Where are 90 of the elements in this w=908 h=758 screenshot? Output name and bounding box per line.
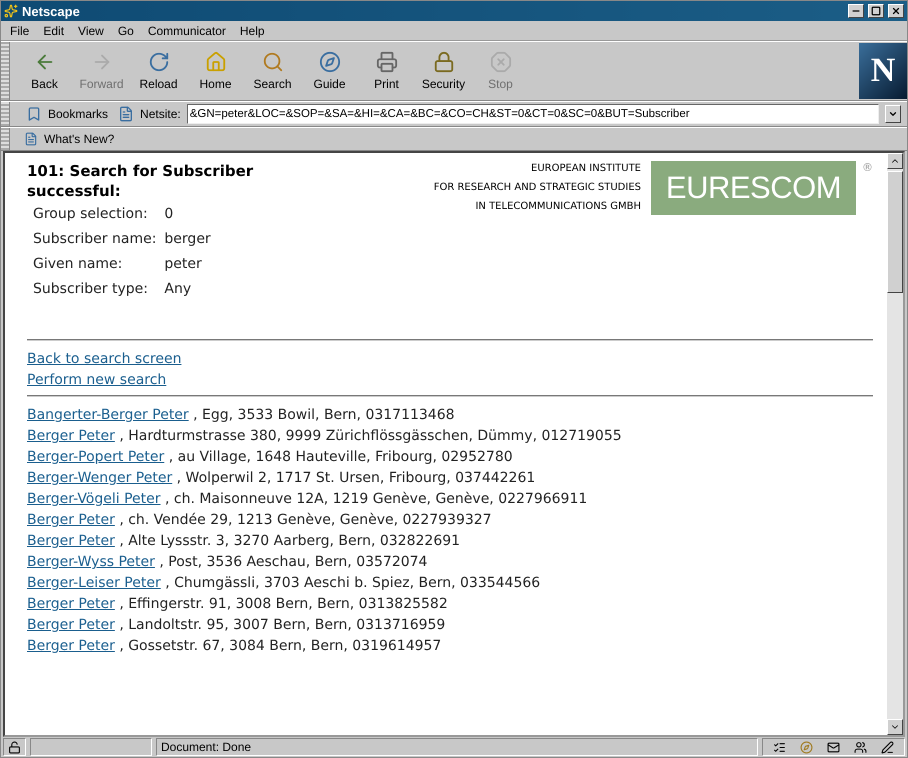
search-icon [262,51,284,73]
menu-item[interactable]: Go [112,24,139,38]
app-icon [4,4,18,18]
result-details: , Egg, 3533 Bowil, Bern, 0317113468 [193,407,455,423]
result-link[interactable]: Berger Peter [27,533,115,549]
scroll-up-button[interactable] [887,153,903,169]
institute-text: IN TELECOMMUNICATIONS GMBH [475,201,641,212]
toolbar-button[interactable]: Print [358,42,415,100]
result-link[interactable]: Bangerter-Berger Peter [27,407,189,423]
printer-icon [376,51,398,73]
toolbar-grip[interactable] [1,42,10,100]
location-label: Netsite: [140,107,181,121]
criteria-value: berger [164,230,211,249]
compass-icon [318,51,340,73]
result-details: , ch. Maisonneuve 12A, 1219 Genève, Genève, 0227966911 [164,491,588,507]
menu-item[interactable]: Communicator [142,24,231,38]
result-link[interactable]: Berger Peter [27,638,115,654]
close-button[interactable] [888,4,904,18]
result-details: , Gossetstr. 67, 3084 Bern, Bern, 0319614957 [119,638,442,654]
criteria-label: Given name: [33,255,124,274]
result-link[interactable]: Berger-Popert Peter [27,449,164,465]
close-icon [891,6,901,16]
list-icon[interactable] [773,740,786,754]
menu-item[interactable]: Edit [38,24,70,38]
institute-text: FOR RESEARCH AND STRATEGIC STUDIES [434,182,641,193]
result-link[interactable]: Berger-Wenger Peter [27,470,172,486]
institute-text: EUROPEAN INSTITUTE [531,163,641,174]
logo: EURESCOM [651,161,856,215]
toolbar-button[interactable]: Back [16,42,73,100]
result-details: , Chumgässli, 3703 Aeschi b. Spiez, Bern, 033544566 [165,575,540,591]
menu-item[interactable]: View [73,24,109,38]
toolbar-grip[interactable] [1,102,10,126]
toolbar-button[interactable]: Guide [301,42,358,100]
page-proxy-icon[interactable] [118,106,134,122]
maximize-icon [871,6,881,16]
nav-link[interactable]: Perform new search [27,372,166,388]
stop-icon [490,51,512,73]
result-details: , au Village, 1648 Hauteville, Fribourg, 02952780 [168,449,513,465]
scrollbar[interactable] [887,153,903,735]
result-details: , Effingerstr. 91, 3008 Bern, Bern, 0313825582 [119,596,448,612]
result-link[interactable]: Berger Peter [27,428,115,444]
bookmark-icon [26,106,42,122]
window-title: Netscape [22,4,81,18]
result-details: , ch. Vendée 29, 1213 Genève, Genève, 0227939327 [119,512,492,528]
menu-item[interactable]: Help [234,24,270,38]
criteria-label: Subscriber type: [33,280,149,299]
result-link[interactable]: Berger Peter [27,512,115,528]
dropdown-button[interactable] [885,105,901,123]
unlocked-icon[interactable] [8,740,21,754]
toolbar-button[interactable]: Home [187,42,244,100]
maximize-button[interactable] [868,4,884,18]
menu-item[interactable]: File [5,24,34,38]
padlock-icon [432,51,454,73]
result-details: , Landoltstr. 95, 3007 Bern, Bern, 0313716959 [119,617,446,633]
home-icon [204,51,226,73]
result-link[interactable]: Berger-Leiser Peter [27,575,161,591]
result-details: , Alte Lyssstr. 3, 3270 Aarberg, Bern, 032822691 [119,533,460,549]
toolbar-button[interactable]: Security [415,42,472,100]
result-details: , Hardturmstrasse 380, 9999 Zürichflössgässchen, Dümmy, 012719055 [119,428,622,444]
toolbar-grip[interactable] [1,128,10,150]
toolbar-button[interactable]: Reload [130,42,187,100]
result-link[interactable]: Berger Peter [27,617,115,633]
reload-icon [148,51,170,73]
caret-icon [888,109,898,119]
document-icon [24,132,38,146]
pen-icon[interactable] [881,740,894,754]
people-icon[interactable] [854,740,867,754]
bookmarks-button[interactable]: Bookmarks [22,106,112,122]
registered-mark: ® [862,161,873,174]
criteria-value: peter [164,255,203,274]
personal-toolbar-button[interactable]: What's New? [16,132,122,146]
mail-icon[interactable] [827,740,840,754]
nav-link[interactable]: Back to search screen [27,351,182,367]
result-details: , Wolperwil 2, 1717 St. Ursen, Fribourg, 037442261 [176,470,536,486]
result-link[interactable]: Berger-Vögeli Peter [27,491,161,507]
result-link[interactable]: Berger-Wyss Peter [27,554,155,570]
brand-logo: N [859,43,907,99]
criteria-value: Any [164,280,192,299]
scroll-down-button[interactable] [887,719,903,735]
result-link[interactable]: Berger Peter [27,596,115,612]
toolbar-button[interactable]: Search [244,42,301,100]
minimize-button[interactable] [848,4,864,18]
url-field[interactable]: &GN=peter&LOC=&SOP=&SA=&HI=&CA=&BC=&CO=CH&ST=0&CT=0&SC=0&BUT=Subscriber [186,104,879,124]
criteria-label: Group selection: [33,205,149,224]
result-details: , Post, 3536 Aeschau, Bern, 03572074 [159,554,428,570]
page-heading: 101: Search for Subscriber successful: [27,161,254,201]
criteria-label: Subscriber name: [33,230,156,249]
scroll-thumb[interactable] [887,171,903,293]
status-text: Document: Done [161,740,252,754]
criteria-value: 0 [164,205,174,224]
